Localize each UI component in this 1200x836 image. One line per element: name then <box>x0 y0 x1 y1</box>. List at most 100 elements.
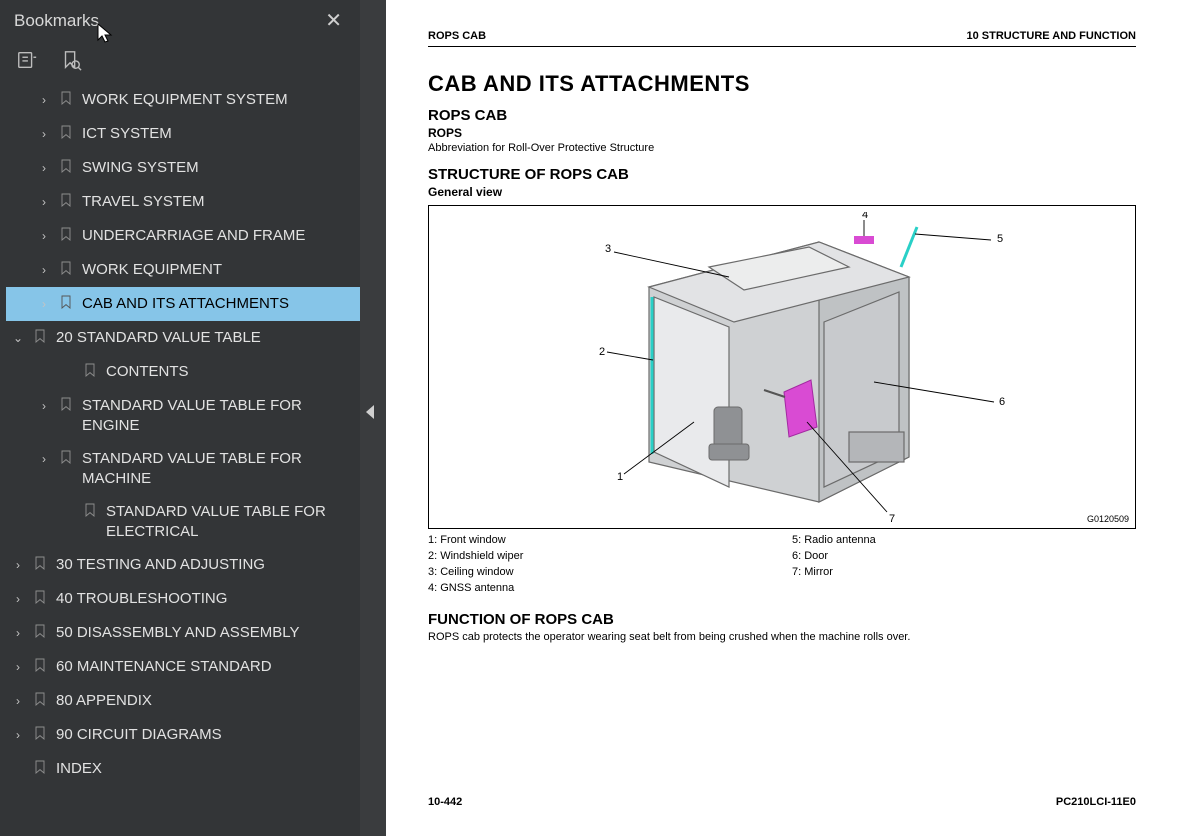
pdf-page: ROPS CAB 10 STRUCTURE AND FUNCTION CAB A… <box>386 0 1200 836</box>
bookmark-icon <box>58 124 74 144</box>
panel-collapse-handle[interactable] <box>360 0 386 836</box>
footer-model-code: PC210LCI-11E0 <box>1056 796 1136 808</box>
bookmark-icon <box>32 328 48 348</box>
bookmark-icon <box>32 691 48 711</box>
callout-4: 4 <box>862 212 868 221</box>
chevron-right-icon[interactable]: › <box>12 558 24 574</box>
bookmark-item[interactable]: › 90 CIRCUIT DIAGRAMS <box>6 718 360 752</box>
function-text: ROPS cab protects the operator wearing s… <box>428 630 1136 645</box>
callout-6: 6 <box>999 396 1005 408</box>
bookmark-item[interactable]: › 80 APPENDIX <box>6 684 360 718</box>
legend-item: 4: GNSS antenna <box>428 581 772 597</box>
page-footer: 10-442 PC210LCI-11E0 <box>428 796 1136 808</box>
bookmark-icon <box>58 396 74 416</box>
page-h1: CAB AND ITS ATTACHMENTS <box>428 71 1136 97</box>
bookmark-label: 30 TESTING AND ADJUSTING <box>56 555 354 575</box>
bookmark-icon <box>32 759 48 779</box>
bookmark-icon <box>32 589 48 609</box>
chevron-right-icon[interactable]: › <box>38 229 50 245</box>
chevron-right-icon[interactable]: › <box>38 161 50 177</box>
callout-5: 5 <box>997 233 1003 245</box>
rops-abbrev: Abbreviation for Roll-Over Protective St… <box>428 141 1136 156</box>
footer-page-number: 10-442 <box>428 796 462 808</box>
callout-3: 3 <box>605 243 611 255</box>
bookmark-item[interactable]: › 60 MAINTENANCE STANDARD <box>6 650 360 684</box>
bookmark-item[interactable]: › WORK EQUIPMENT SYSTEM <box>6 83 360 117</box>
bookmark-icon <box>58 158 74 178</box>
subhead-general-view: General view <box>428 185 1136 199</box>
bookmarks-toolbar <box>0 43 360 83</box>
cab-diagram-svg: 1 2 3 4 5 6 7 <box>519 212 1059 526</box>
bookmark-label: 90 CIRCUIT DIAGRAMS <box>56 725 354 745</box>
section-function: FUNCTION OF ROPS CAB <box>428 611 1136 628</box>
bookmark-label: INDEX <box>56 759 354 779</box>
chevron-right-icon[interactable]: › <box>12 694 24 710</box>
header-left: ROPS CAB <box>428 30 486 42</box>
bookmark-item[interactable]: › SWING SYSTEM <box>6 151 360 185</box>
bookmark-item[interactable]: ⌄20 STANDARD VALUE TABLE <box>6 321 360 355</box>
bookmark-icon <box>58 294 74 314</box>
bookmark-icon <box>32 657 48 677</box>
legend-item: 6: Door <box>792 549 1136 565</box>
bookmark-item[interactable]: › TRAVEL SYSTEM <box>6 185 360 219</box>
outline-options-icon[interactable] <box>16 49 38 71</box>
figure-rops-cab: 1 2 3 4 5 6 7 G0120509 <box>428 205 1136 529</box>
bookmark-label: CONTENTS <box>106 362 354 382</box>
chevron-right-icon[interactable]: › <box>38 297 50 313</box>
legend-item: 3: Ceiling window <box>428 565 772 581</box>
bookmarks-title: Bookmarks <box>14 11 99 31</box>
bookmark-item[interactable]: › ICT SYSTEM <box>6 117 360 151</box>
collapse-arrow-icon <box>366 405 374 419</box>
header-rule <box>428 46 1136 47</box>
bookmark-item[interactable]: ›UNDERCARRIAGE AND FRAME <box>6 219 360 253</box>
section-structure: STRUCTURE OF ROPS CAB <box>428 166 1136 183</box>
bookmark-item[interactable]: › 40 TROUBLESHOOTING <box>6 582 360 616</box>
bookmark-item[interactable]: ›WORK EQUIPMENT <box>6 253 360 287</box>
bookmark-label: ICT SYSTEM <box>82 124 354 144</box>
figure-code: G0120509 <box>1087 514 1129 524</box>
document-viewport[interactable]: ROPS CAB 10 STRUCTURE AND FUNCTION CAB A… <box>386 0 1200 836</box>
bookmark-item[interactable]: ›50 DISASSEMBLY AND ASSEMBLY <box>6 616 360 650</box>
callout-1: 1 <box>617 471 623 483</box>
bookmark-item[interactable]: ›STANDARD VALUE TABLE FOR MACHINE <box>6 442 360 495</box>
chevron-right-icon[interactable]: › <box>38 195 50 211</box>
bookmark-icon <box>32 623 48 643</box>
chevron-right-icon[interactable]: › <box>38 399 50 415</box>
bookmark-item[interactable]: ›STANDARD VALUE TABLE FOR ENGINE <box>6 389 360 442</box>
bookmark-item[interactable]: › CAB AND ITS ATTACHMENTS <box>6 287 360 321</box>
bookmark-label: WORK EQUIPMENT SYSTEM <box>82 90 354 110</box>
chevron-right-icon[interactable]: › <box>38 263 50 279</box>
bookmark-label: SWING SYSTEM <box>82 158 354 178</box>
chevron-right-icon[interactable]: › <box>12 728 24 744</box>
chevron-right-icon[interactable]: › <box>38 127 50 143</box>
legend-item: 2: Windshield wiper <box>428 549 772 565</box>
legend-item: 7: Mirror <box>792 565 1136 581</box>
section-rops-cab: ROPS CAB <box>428 107 1136 124</box>
callout-2: 2 <box>599 346 605 358</box>
bookmark-label: 40 TROUBLESHOOTING <box>56 589 354 609</box>
chevron-right-icon[interactable]: › <box>12 626 24 642</box>
chevron-down-icon[interactable]: ⌄ <box>12 331 24 347</box>
bookmark-label: 60 MAINTENANCE STANDARD <box>56 657 354 677</box>
chevron-right-icon[interactable]: › <box>12 592 24 608</box>
bookmark-tree[interactable]: › WORK EQUIPMENT SYSTEM › ICT SYSTEM › SWING … <box>0 83 360 836</box>
legend-item: 5: Radio antenna <box>792 533 1136 549</box>
bookmark-item[interactable]: › 30 TESTING AND ADJUSTING <box>6 548 360 582</box>
bookmark-icon <box>32 725 48 745</box>
callout-7: 7 <box>889 513 895 525</box>
bookmark-icon <box>58 192 74 212</box>
chevron-right-icon[interactable]: › <box>38 93 50 109</box>
find-bookmark-icon[interactable] <box>60 49 82 71</box>
bookmark-label: 80 APPENDIX <box>56 691 354 711</box>
close-panel-button[interactable]: ✕ <box>321 8 346 33</box>
bookmark-item[interactable]: ›CONTENTS <box>6 355 360 389</box>
bookmark-label: CAB AND ITS ATTACHMENTS <box>82 294 354 314</box>
bookmark-label: STANDARD VALUE TABLE FOR ELECTRICAL <box>106 502 354 541</box>
bookmark-label: TRAVEL SYSTEM <box>82 192 354 212</box>
chevron-right-icon[interactable]: › <box>38 452 50 468</box>
bookmark-item[interactable]: ›STANDARD VALUE TABLE FOR ELECTRICAL <box>6 495 360 548</box>
bookmark-icon <box>82 362 98 382</box>
bookmarks-panel: Bookmarks ✕ › WORK EQUIPMENT SYSTEM › ICT S… <box>0 0 360 836</box>
chevron-right-icon[interactable]: › <box>12 660 24 676</box>
bookmark-item[interactable]: ›INDEX <box>6 752 360 786</box>
